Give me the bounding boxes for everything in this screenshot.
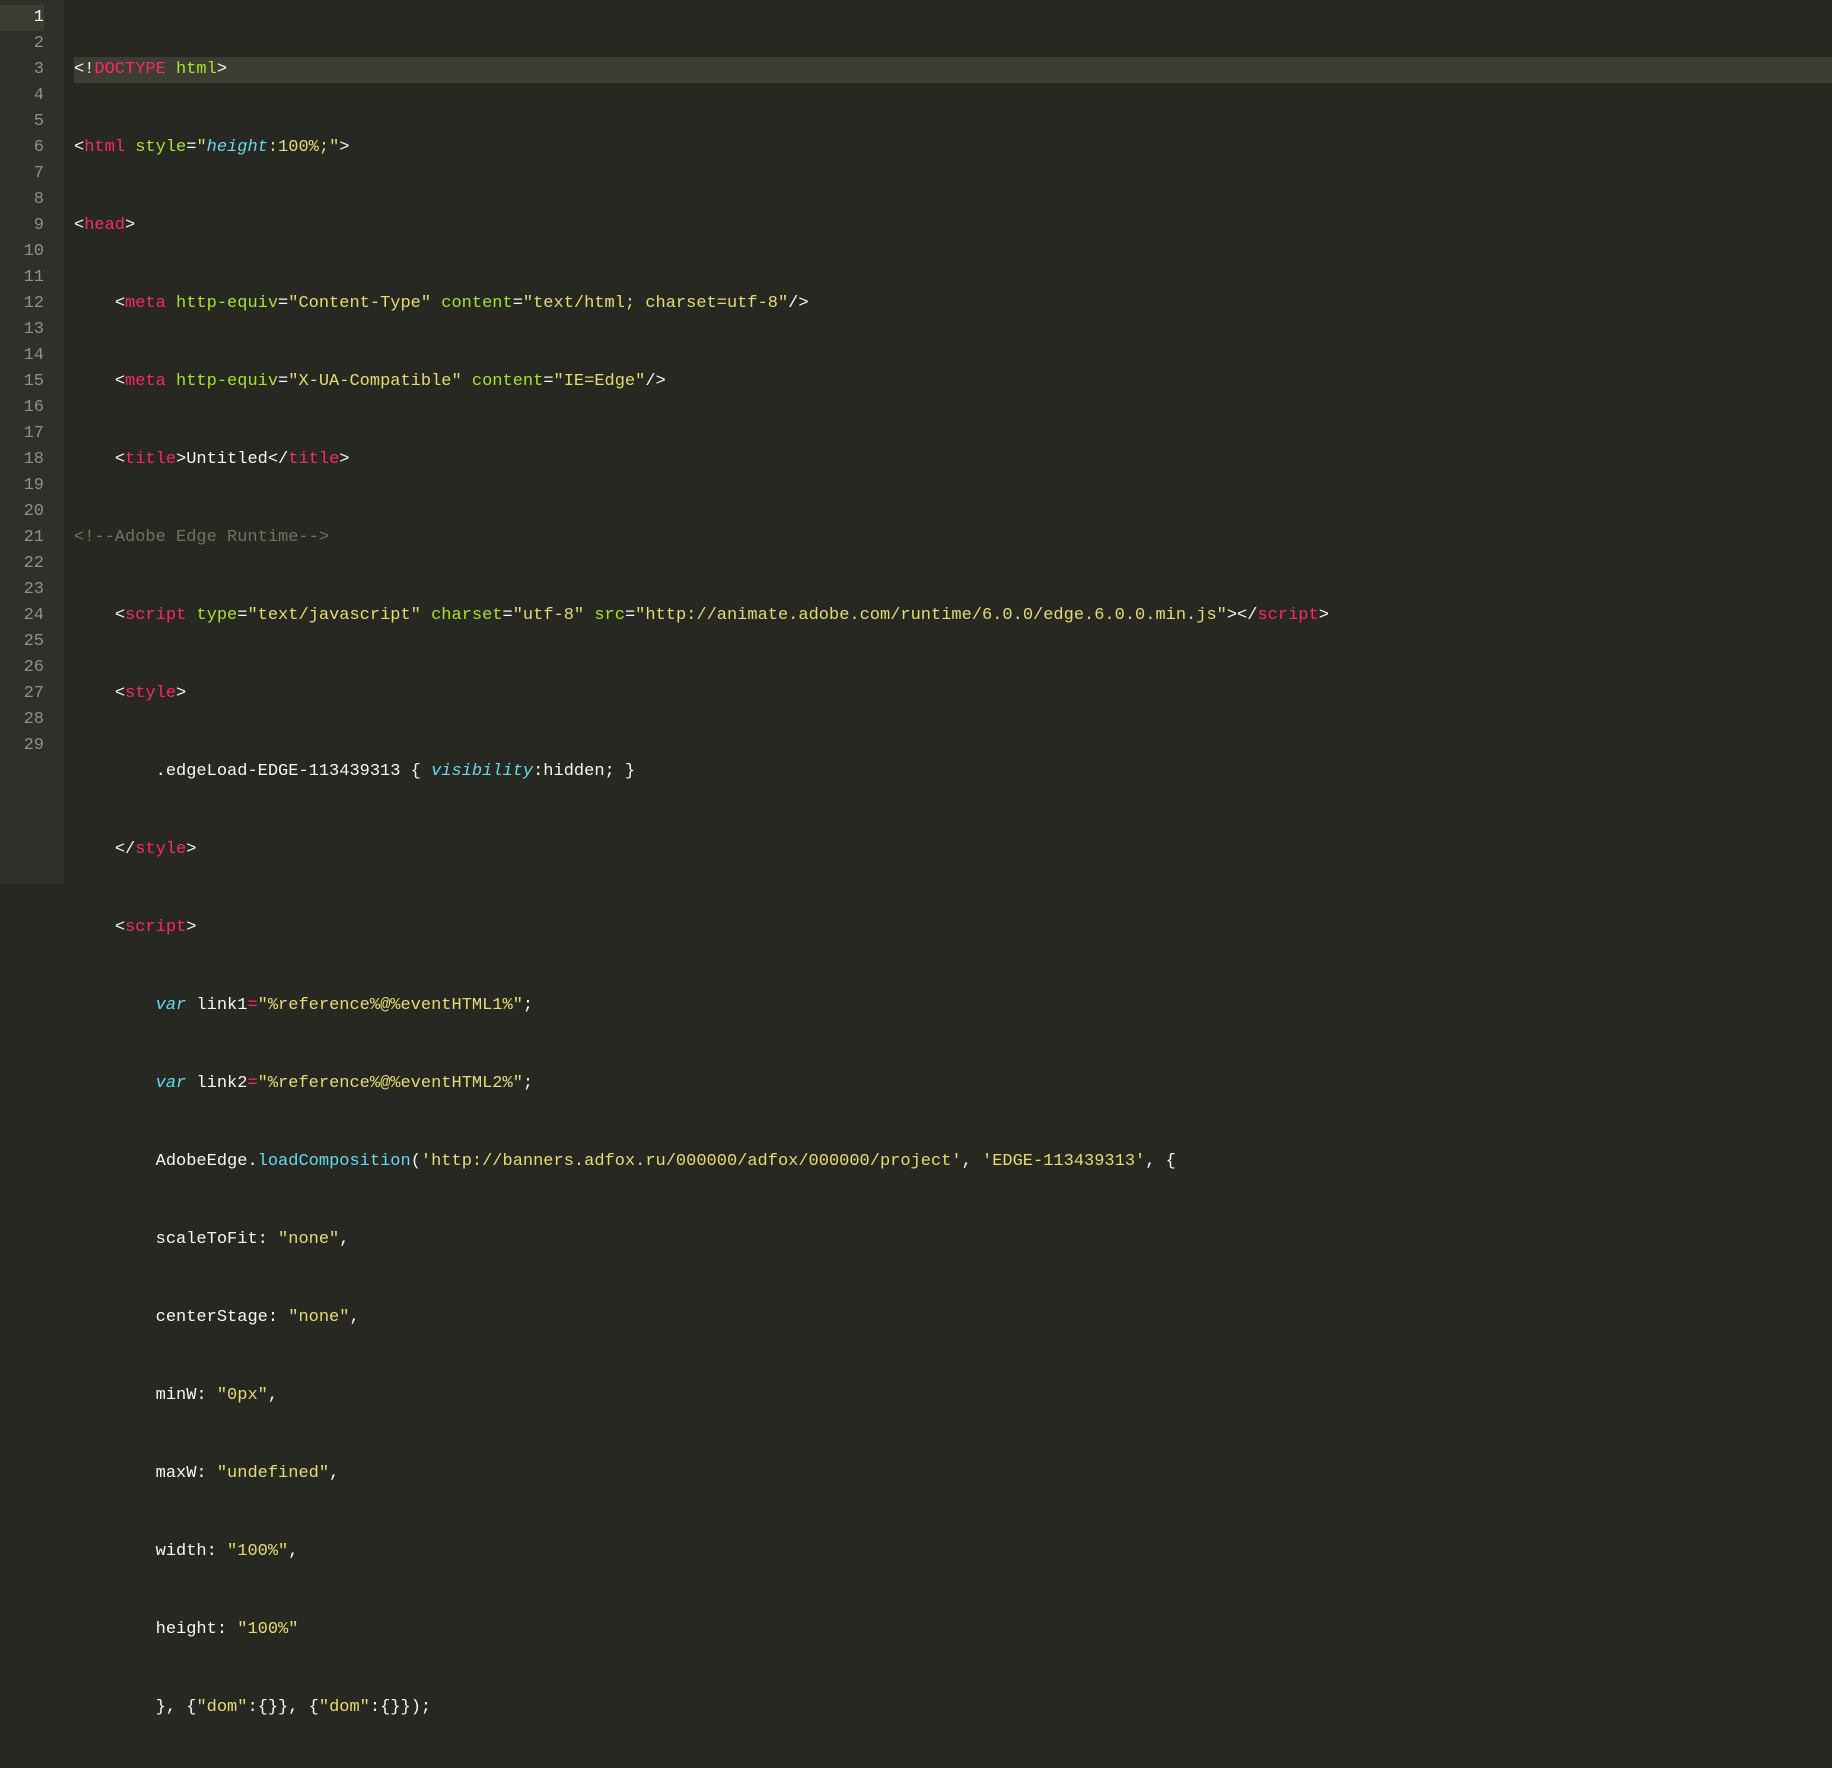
code-line[interactable]: <style> xyxy=(74,681,1832,707)
line-number: 27 xyxy=(0,681,44,707)
line-number: 1 xyxy=(0,5,44,31)
line-number-gutter: 1 2 3 4 5 6 7 8 9 10 11 12 13 14 15 16 1… xyxy=(0,0,64,884)
code-line[interactable]: .edgeLoad-EDGE-113439313 { visibility:hi… xyxy=(74,759,1832,785)
line-number: 26 xyxy=(0,655,44,681)
code-line[interactable]: <meta http-equiv="Content-Type" content=… xyxy=(74,291,1832,317)
line-number: 20 xyxy=(0,499,44,525)
line-number: 4 xyxy=(0,83,44,109)
line-number: 3 xyxy=(0,57,44,83)
code-line[interactable]: <script> xyxy=(74,915,1832,941)
line-number: 22 xyxy=(0,551,44,577)
code-line[interactable]: </style> xyxy=(74,837,1832,863)
line-number: 25 xyxy=(0,629,44,655)
code-line[interactable]: AdobeEdge.loadComposition('http://banner… xyxy=(74,1149,1832,1175)
code-line[interactable]: <html style="height:100%;"> xyxy=(74,135,1832,161)
line-number: 6 xyxy=(0,135,44,161)
code-line[interactable]: maxW: "undefined", xyxy=(74,1461,1832,1487)
code-line[interactable]: minW: "0px", xyxy=(74,1383,1832,1409)
code-area[interactable]: <!DOCTYPE html> <html style="height:100%… xyxy=(64,0,1832,884)
line-number: 14 xyxy=(0,343,44,369)
line-number: 18 xyxy=(0,447,44,473)
code-line[interactable]: <meta http-equiv="X-UA-Compatible" conte… xyxy=(74,369,1832,395)
code-line[interactable]: <!--Adobe Edge Runtime--> xyxy=(74,525,1832,551)
line-number: 13 xyxy=(0,317,44,343)
code-line[interactable]: <title>Untitled</title> xyxy=(74,447,1832,473)
line-number: 28 xyxy=(0,707,44,733)
line-number: 8 xyxy=(0,187,44,213)
code-line[interactable]: }, {"dom":{}}, {"dom":{}}); xyxy=(74,1695,1832,1721)
line-number: 23 xyxy=(0,577,44,603)
code-line[interactable]: var link1="%reference%@%eventHTML1%"; xyxy=(74,993,1832,1019)
line-number: 11 xyxy=(0,265,44,291)
code-line[interactable]: height: "100%" xyxy=(74,1617,1832,1643)
code-line[interactable]: width: "100%", xyxy=(74,1539,1832,1565)
code-line[interactable]: scaleToFit: "none", xyxy=(74,1227,1832,1253)
code-line[interactable]: centerStage: "none", xyxy=(74,1305,1832,1331)
line-number: 9 xyxy=(0,213,44,239)
line-number: 7 xyxy=(0,161,44,187)
code-line[interactable]: <!DOCTYPE html> xyxy=(74,57,1832,83)
code-line[interactable]: var link2="%reference%@%eventHTML2%"; xyxy=(74,1071,1832,1097)
line-number: 2 xyxy=(0,31,44,57)
line-number: 16 xyxy=(0,395,44,421)
line-number: 10 xyxy=(0,239,44,265)
code-line[interactable]: <script type="text/javascript" charset="… xyxy=(74,603,1832,629)
line-number: 19 xyxy=(0,473,44,499)
code-editor[interactable]: 1 2 3 4 5 6 7 8 9 10 11 12 13 14 15 16 1… xyxy=(0,0,1832,884)
code-line[interactable]: <head> xyxy=(74,213,1832,239)
line-number: 15 xyxy=(0,369,44,395)
line-number: 24 xyxy=(0,603,44,629)
line-number: 17 xyxy=(0,421,44,447)
line-number: 5 xyxy=(0,109,44,135)
line-number: 29 xyxy=(0,733,44,759)
line-number: 12 xyxy=(0,291,44,317)
line-number: 21 xyxy=(0,525,44,551)
